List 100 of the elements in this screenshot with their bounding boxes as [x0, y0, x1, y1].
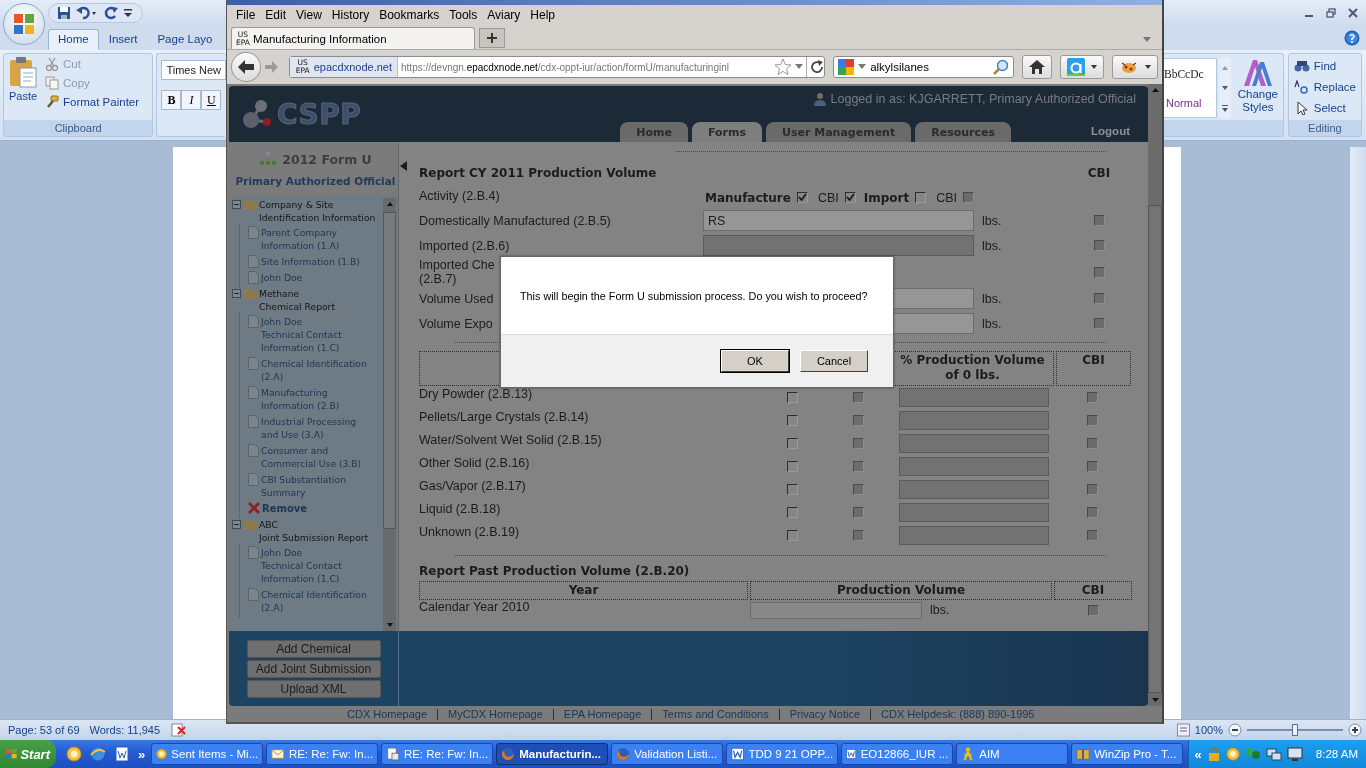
footer-link[interactable]: CDX Homepage	[337, 708, 438, 720]
collapse-icon[interactable]	[232, 520, 241, 529]
new-tab-button[interactable]	[479, 28, 505, 48]
tree-link[interactable]: Manufacturing Information (2.B)	[261, 386, 373, 412]
search-icon[interactable]	[993, 59, 1009, 75]
input-field[interactable]	[750, 601, 922, 619]
tree-link[interactable]: Site Information (1.B)	[261, 255, 360, 268]
restore-icon[interactable]	[1326, 8, 1336, 18]
forward-icon[interactable]	[264, 61, 279, 73]
checkbox[interactable]	[786, 438, 798, 449]
footer-link[interactable]: Terms and Conditions	[651, 708, 779, 720]
menu-item[interactable]: Help	[525, 7, 561, 23]
search-field[interactable]: alkylsilanes	[833, 56, 1014, 78]
taskbar-button[interactable]: WinZip Pro - T...	[1071, 743, 1184, 765]
nav-tab[interactable]: Home	[620, 122, 688, 142]
tree-folder[interactable]: ABC Joint Submission Report	[259, 518, 369, 544]
format-painter-button[interactable]: Format Painter	[42, 93, 143, 111]
cut-button[interactable]: Cut	[42, 55, 143, 73]
start-button[interactable]: Start	[0, 740, 56, 768]
menu-item[interactable]: Tools	[444, 7, 483, 23]
collapse-icon[interactable]	[232, 289, 241, 298]
taskbar-button[interactable]: TDD 9 21 OPP...	[726, 743, 839, 765]
tree-link[interactable]: John Doe	[261, 271, 303, 284]
taskbar-button[interactable]: Sent Items - Mi...	[151, 743, 264, 765]
document-icon[interactable]	[114, 746, 130, 762]
reload-icon[interactable]	[810, 60, 825, 74]
redo-icon[interactable]	[103, 6, 119, 20]
taskbar-button[interactable]: Manufacturin...	[496, 743, 609, 765]
taskbar-button[interactable]: EO12866_IUR ...	[841, 743, 954, 765]
nav-tab[interactable]: Resources	[915, 122, 1012, 142]
checkbox[interactable]	[786, 484, 798, 495]
menu-item[interactable]: History	[326, 7, 375, 23]
zoom-in-icon[interactable]	[1348, 723, 1362, 737]
input-field[interactable]	[899, 480, 1049, 499]
logout-link[interactable]: Logout	[1091, 125, 1148, 142]
zoom-level[interactable]: 100%	[1194, 724, 1223, 736]
undo-icon[interactable]	[76, 6, 98, 20]
checkbox[interactable]	[796, 192, 808, 203]
network-icon[interactable]	[1265, 747, 1282, 761]
menu-item[interactable]: Aviary	[482, 7, 526, 23]
style-gallery[interactable]: BbCcDc Normal	[1163, 58, 1217, 118]
replace-button[interactable]: Replace	[1290, 78, 1359, 96]
home-button[interactable]	[1022, 55, 1052, 79]
more-button[interactable]: »	[138, 746, 146, 762]
tab-list-icon[interactable]	[1142, 35, 1152, 43]
footer-link[interactable]: CDX Helpdesk: (888) 890-1995	[870, 708, 1045, 720]
collapse-sidebar-icon[interactable]	[400, 161, 407, 171]
draft-view-icon[interactable]	[1176, 723, 1190, 737]
search-engine-icon[interactable]	[838, 59, 855, 75]
font-name-field[interactable]: Times New	[161, 60, 226, 80]
ribbon-tab[interactable]: Home	[48, 29, 99, 50]
proofing-icon[interactable]	[170, 723, 189, 737]
bug-button[interactable]	[1112, 55, 1158, 79]
customize-caret-icon[interactable]	[124, 8, 132, 18]
ribbon-tab[interactable]: Page Layo	[147, 29, 223, 50]
scrollbar[interactable]	[1349, 147, 1366, 719]
find-button[interactable]: Find	[1290, 57, 1359, 76]
taskbar-button[interactable]: AIM	[956, 743, 1069, 765]
tree-link[interactable]: Chemical Identification (2.A)	[261, 357, 373, 383]
tree-link[interactable]: CBI Substantiation Summary	[261, 473, 373, 499]
dropdown-icon[interactable]	[858, 64, 867, 70]
help-icon[interactable]	[1344, 30, 1360, 46]
menu-item[interactable]: View	[291, 7, 327, 23]
back-button[interactable]	[231, 52, 261, 82]
footer-link[interactable]: MyCDX Homepage	[437, 708, 553, 720]
tree-link[interactable]: Parent Company Information (1.A)	[261, 226, 373, 252]
save-icon[interactable]	[57, 6, 71, 20]
dialog-button[interactable]: Cancel	[800, 350, 868, 372]
bold-button[interactable]: B	[161, 90, 182, 110]
checkbox[interactable]	[786, 415, 798, 426]
scrollbar[interactable]	[1148, 84, 1162, 706]
menu-item[interactable]: Edit	[260, 7, 292, 23]
taskbar-button[interactable]: Validation Listi...	[611, 743, 724, 765]
ribbon-tab[interactable]: Insert	[98, 29, 148, 50]
remove-icon[interactable]	[248, 502, 260, 514]
tree-folder[interactable]: Company & Site Identification Information	[259, 198, 376, 224]
copy-button[interactable]: Copy	[42, 74, 143, 92]
menu-item[interactable]: Bookmarks	[374, 7, 445, 23]
input-field[interactable]	[899, 503, 1049, 522]
input-field[interactable]	[899, 434, 1049, 453]
input-field[interactable]	[899, 526, 1049, 545]
input-field[interactable]	[899, 411, 1049, 430]
star-icon[interactable]	[774, 58, 793, 76]
action-button[interactable]: Add Joint Submission	[246, 659, 381, 678]
show-hidden-icons-button[interactable]: «	[1194, 746, 1202, 762]
action-button[interactable]: Add Chemical	[246, 639, 381, 658]
page-count[interactable]: Page: 53 of 69	[8, 724, 80, 736]
menu-item[interactable]: File	[231, 7, 261, 23]
globe-icon[interactable]	[90, 746, 106, 762]
nav-tab[interactable]: User Management	[766, 122, 912, 142]
word-count[interactable]: Words: 11,945	[89, 724, 161, 736]
input-field[interactable]	[899, 457, 1049, 476]
tree-folder[interactable]: Methane Chemical Report	[259, 287, 335, 313]
tree-link[interactable]: Chemical Identification (2.A)	[261, 588, 373, 614]
select-button[interactable]: Select	[1290, 98, 1359, 117]
lock-icon[interactable]	[1206, 747, 1221, 761]
zoom-out-icon[interactable]	[1228, 723, 1242, 737]
taskbar-button[interactable]: RE: Re: Fw: In...	[266, 743, 379, 765]
nav-tab[interactable]: Forms	[692, 122, 763, 142]
checkbox[interactable]	[786, 507, 798, 518]
